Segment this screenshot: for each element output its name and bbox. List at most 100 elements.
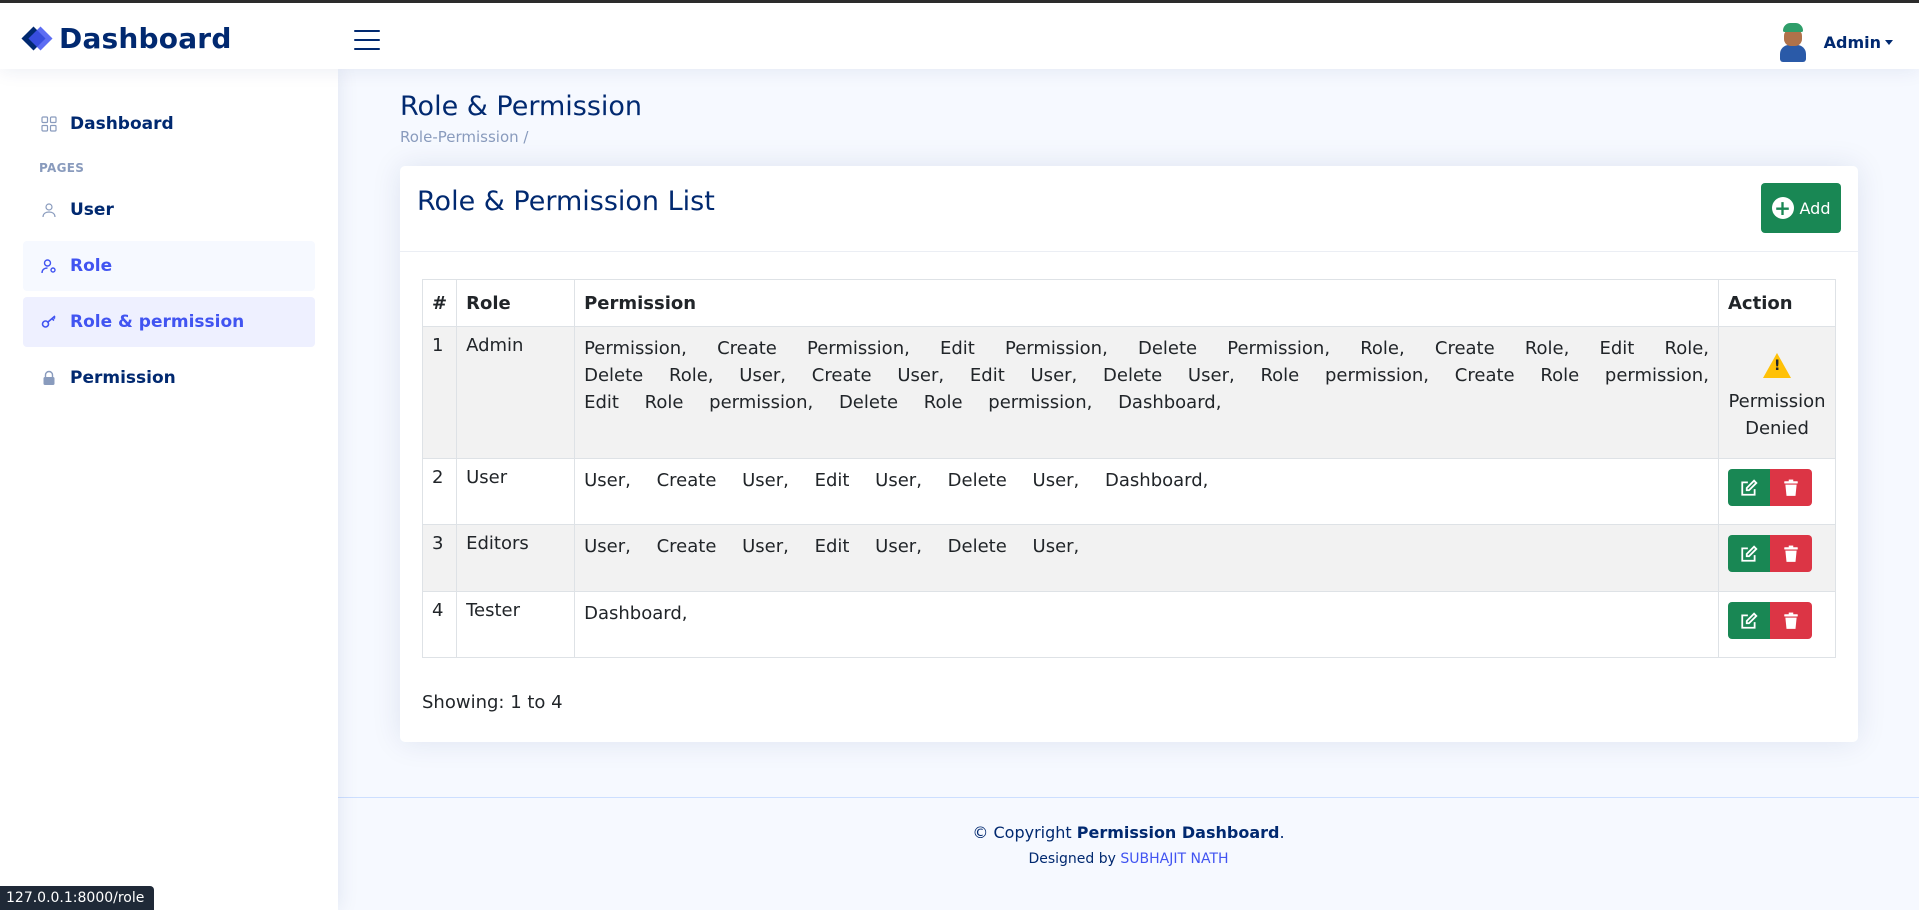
permission-tag: Edit User, — [814, 470, 922, 491]
delete-button[interactable] — [1770, 602, 1812, 639]
row-role: User — [456, 458, 576, 525]
permission-denied: ! Permission Denied — [1718, 326, 1836, 459]
permission-tag: Delete User, — [947, 470, 1080, 491]
delete-button[interactable] — [1770, 469, 1812, 506]
column-header-permission: Permission — [574, 279, 1719, 327]
sidebar-item-label: Role — [70, 256, 113, 276]
plus-circle-icon: + — [1771, 197, 1794, 219]
table-header-row: # Role Permission Action — [421, 279, 1836, 327]
avatar — [1776, 23, 1810, 62]
credits-prefix: Designed by — [1028, 851, 1121, 867]
permission-tag: User, — [584, 470, 631, 491]
sidebar-toggle-button[interactable] — [354, 30, 380, 52]
row-actions — [1718, 458, 1836, 525]
sidebar-item-label: Role & permission — [70, 312, 245, 332]
row-number: 3 — [421, 524, 458, 592]
permission-tag: Role permission, — [1260, 365, 1430, 386]
permission-tag: Edit User, — [814, 536, 922, 557]
edit-button[interactable] — [1728, 535, 1770, 572]
permission-tag: Role, — [1360, 338, 1405, 359]
sidebar-item-permission[interactable]: Permission — [23, 353, 315, 403]
row-actions — [1718, 591, 1836, 658]
person-icon — [42, 203, 56, 218]
permission-tag: Edit Role, — [1599, 338, 1710, 359]
designer-link[interactable]: SUBHAJIT NATH — [1120, 851, 1228, 867]
key-icon — [41, 315, 56, 328]
permission-tag: Edit Permission, — [939, 338, 1108, 359]
permission-tag: Delete Permission, — [1137, 338, 1331, 359]
column-header-action: Action — [1718, 279, 1836, 327]
row-permissions: Dashboard, — [574, 591, 1719, 658]
page-title: Role & Permission — [400, 91, 643, 122]
column-header-role: Role — [456, 279, 576, 327]
hamburger-icon — [354, 30, 380, 32]
status-bar-url: 127.0.0.1:8000/role — [0, 886, 155, 910]
sidebar-item-dashboard[interactable]: Dashboard — [23, 99, 315, 149]
delete-button[interactable] — [1770, 535, 1812, 572]
permission-denied-text: Permission Denied — [1728, 391, 1826, 439]
logo-icon — [21, 24, 53, 54]
copyright-brand: Permission Dashboard — [1076, 823, 1280, 842]
row-actions — [1718, 524, 1836, 592]
permission-tag: Dashboard, — [584, 603, 688, 624]
logo[interactable]: Dashboard — [21, 22, 232, 55]
card-title: Role & Permission List — [417, 186, 715, 217]
row-role: Tester — [456, 591, 576, 658]
copyright: © Copyright Permission Dashboard. — [338, 823, 1919, 842]
permission-tag: User, — [584, 536, 631, 557]
permission-tag: Edit User, — [969, 365, 1078, 386]
sidebar-heading: PAGES — [39, 161, 85, 175]
trash-icon — [1784, 612, 1798, 629]
edit-button[interactable] — [1728, 469, 1770, 506]
sidebar-item-label: Dashboard — [70, 114, 174, 134]
row-number: 2 — [421, 458, 458, 525]
sidebar-item-label: User — [70, 200, 114, 220]
permission-tag: Delete Role permission, — [838, 392, 1093, 413]
permission-tag: Create User, — [656, 536, 789, 557]
permission-tag: Delete Role, — [584, 365, 714, 386]
row-permissions: User, Create User, Edit User, Delete Use… — [574, 524, 1719, 592]
grid-icon — [41, 116, 57, 132]
edit-icon — [1741, 478, 1758, 496]
permission-tag: Create Role permission, — [1454, 365, 1709, 386]
user-menu[interactable]: Admin — [1776, 23, 1893, 62]
top-header: Dashboard Admin — [0, 0, 1919, 69]
person-gear-icon — [41, 259, 56, 274]
role-permission-card: Role & Permission List + Add # Role Perm… — [400, 166, 1858, 742]
row-role: Editors — [456, 524, 576, 592]
caret-down-icon — [1885, 39, 1893, 45]
add-button[interactable]: + Add — [1761, 183, 1841, 233]
table-row: 3 Editors User, Create User, Edit User, … — [421, 524, 1836, 592]
trash-icon — [1784, 545, 1798, 562]
permission-tag: Edit Role permission, — [584, 392, 814, 413]
row-permissions: User, Create User, Edit User, Delete Use… — [574, 458, 1719, 525]
permission-tag: Create User, — [811, 365, 945, 386]
lock-icon — [43, 370, 55, 385]
permission-tag: Create Role, — [1434, 338, 1570, 359]
table-row: 4 Tester Dashboard, — [421, 591, 1836, 658]
row-permissions: Permission, Create Permission, Edit Perm… — [574, 326, 1719, 459]
permission-tag: Dashboard, — [1118, 392, 1222, 413]
sidebar-item-role-permission[interactable]: Role & permission — [23, 297, 315, 347]
copyright-prefix: © Copyright — [972, 823, 1077, 842]
permission-tag: Delete User, — [1103, 365, 1235, 386]
sidebar-item-role[interactable]: Role — [23, 241, 315, 291]
add-button-label: Add — [1799, 198, 1831, 218]
column-header-number: # — [421, 279, 458, 327]
edit-icon — [1741, 544, 1758, 562]
user-name: Admin — [1823, 32, 1881, 52]
main-content: Role & Permission Role-Permission / Role… — [338, 69, 1919, 742]
sidebar-item-label: Permission — [70, 368, 176, 388]
page-title-section: Role & Permission Role-Permission / — [400, 91, 1919, 146]
sidebar-item-user[interactable]: User — [23, 185, 315, 235]
trash-icon — [1784, 479, 1798, 496]
row-number: 1 — [421, 326, 458, 459]
edit-button[interactable] — [1728, 602, 1770, 639]
breadcrumb[interactable]: Role-Permission / — [400, 128, 1919, 146]
copyright-suffix: . — [1279, 823, 1285, 842]
edit-icon — [1741, 611, 1758, 629]
permission-tag: Create Permission, — [717, 338, 910, 359]
pagination-info: Showing: 1 to 4 — [422, 692, 563, 713]
sidebar: Dashboard PAGES User Role Role & permiss… — [0, 69, 338, 910]
table-row: 2 User User, Create User, Edit User, Del… — [421, 458, 1836, 525]
